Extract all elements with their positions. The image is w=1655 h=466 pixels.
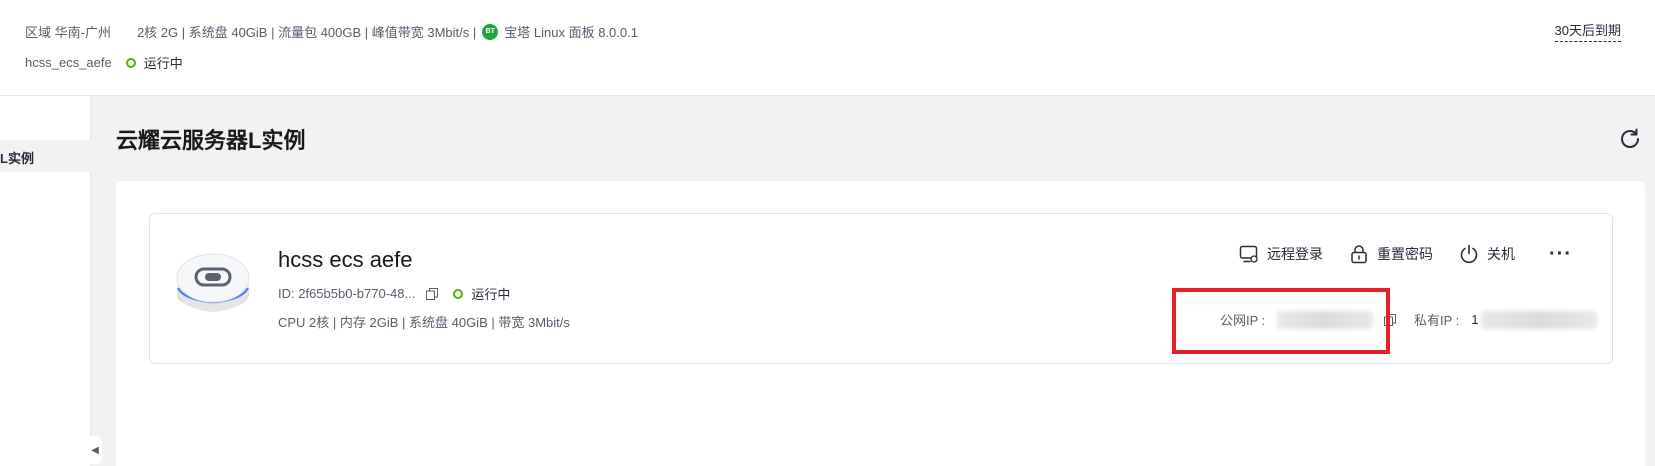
refresh-button[interactable] [1617, 126, 1643, 152]
shutdown-label: 关机 [1487, 246, 1516, 262]
private-ip-value-redacted [1480, 310, 1597, 329]
private-ip-label: 私有IP : [1414, 313, 1460, 328]
remote-login-label: 远程登录 [1267, 246, 1324, 262]
chevron-left-icon: ◀ [91, 444, 99, 456]
sidebar: L实例 [0, 96, 91, 466]
reset-password-button[interactable]: 重置密码 [1349, 244, 1433, 264]
shutdown-button[interactable]: 关机 [1459, 244, 1515, 264]
status-dot-icon [453, 288, 464, 299]
instance-name-text: hcss_ecs_aefe [25, 55, 112, 70]
reset-password-label: 重置密码 [1377, 246, 1434, 262]
status-text: 运行中 [143, 56, 183, 71]
more-actions-button[interactable]: ··· [1549, 244, 1572, 264]
expire-link[interactable]: 30天后到期 [1554, 20, 1621, 42]
instance-name[interactable]: hcss ecs aefe [278, 247, 413, 273]
instance-spec: CPU 2核 | 内存 2GiB | 系统盘 40GiB | 带宽 3Mbit/… [278, 315, 570, 330]
refresh-icon [1621, 128, 1639, 148]
summary-row: 区域 华南-广州 2核 2G | 系统盘 40GiB | 流量包 400GB |… [25, 22, 638, 41]
private-ip-prefix: 1 [1471, 312, 1479, 327]
instance-id-row: ID: 2f65b5b0-b770-48... 运行中 [278, 284, 510, 303]
status-dot-icon [125, 57, 136, 68]
sidebar-item-l-instance[interactable]: L实例 [0, 140, 91, 172]
instance-card[interactable]: hcss ecs aefe ID: 2f65b5b0-b770-48... 运行… [149, 213, 1613, 364]
sidebar-collapse-button[interactable]: ◀ [88, 436, 102, 464]
specs-text: 2核 2G | 系统盘 40GiB | 流量包 400GB | 峰值带宽 3Mb… [136, 25, 477, 40]
highlight-annotation-box [1172, 288, 1390, 354]
summary-status-row: hcss_ecs_aefe 运行中 [25, 53, 183, 72]
page-title: 云耀云服务器L实例 [116, 128, 306, 153]
monitor-icon [1239, 245, 1258, 263]
copy-icon[interactable] [425, 287, 439, 301]
instance-summary-bar: 区域 华南-广州 2核 2G | 系统盘 40GiB | 流量包 400GB |… [0, 0, 1655, 96]
server-image [176, 253, 250, 312]
remote-login-button[interactable]: 远程登录 [1239, 244, 1323, 264]
instance-actions: 远程登录 重置密码 关机 ··· [1213, 244, 1572, 264]
region-text: 区域 华南-广州 [25, 25, 111, 40]
instance-status: 运行中 [471, 287, 511, 302]
instance-id: ID: 2f65b5b0-b770-48... [278, 286, 416, 301]
lock-icon [1351, 245, 1367, 264]
power-icon [1460, 244, 1478, 264]
bt-panel-icon: BT [482, 23, 499, 40]
image-text: 宝塔 Linux 面板 8.0.0.1 [504, 25, 638, 40]
private-ip-row: 私有IP : 1 [1414, 310, 1597, 329]
